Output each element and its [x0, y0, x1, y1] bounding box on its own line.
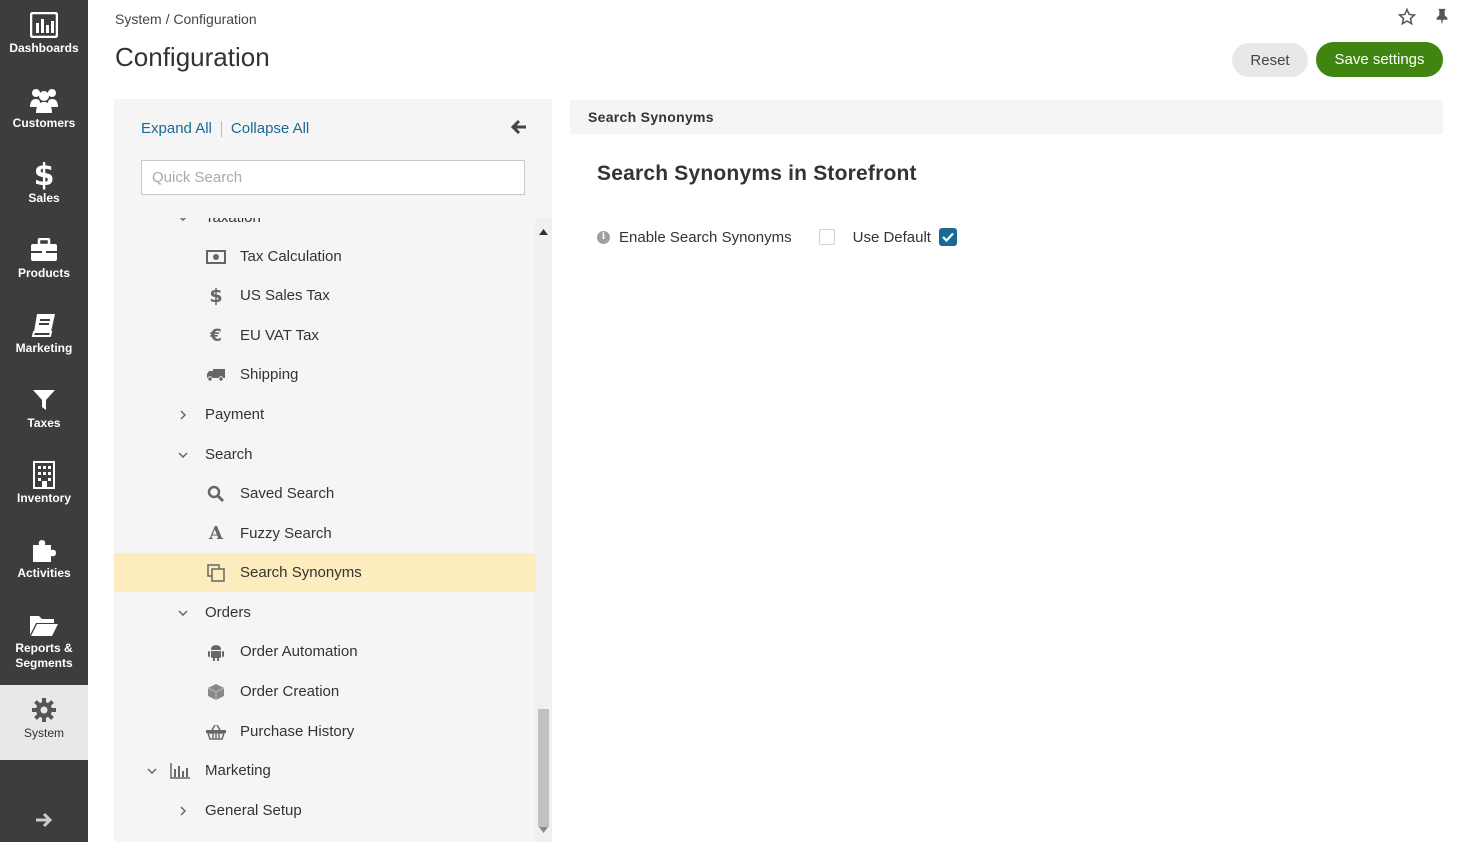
nav-item-inventory[interactable]: Inventory [0, 450, 88, 525]
building-icon [0, 460, 88, 490]
funnel-icon [0, 385, 88, 415]
chevron-down-icon [145, 764, 159, 778]
collapse-all-link[interactable]: Collapse All [231, 120, 309, 137]
star-icon[interactable] [1397, 7, 1417, 31]
nav-item-sales[interactable]: $ Sales [0, 150, 88, 225]
config-tree: Taxation Tax Calculation $ US Sales Tax … [114, 218, 535, 842]
tree-item-eu-vat-tax[interactable]: € EU VAT Tax [114, 316, 535, 355]
customers-icon [0, 85, 88, 115]
dashboards-icon [0, 10, 88, 40]
tree-item-order-automation[interactable]: Order Automation [114, 632, 535, 671]
scroll-down-arrow-icon[interactable] [539, 820, 548, 838]
page-title: Configuration [115, 42, 270, 72]
tree-item-shipping[interactable]: Shipping [114, 355, 535, 394]
puzzle-icon [0, 535, 88, 565]
chevron-down-icon [176, 448, 190, 462]
tree-item-order-creation[interactable]: Order Creation [114, 672, 535, 711]
checkmark-icon [942, 232, 954, 242]
copy-icon [205, 563, 227, 583]
scrollbar-thumb[interactable] [538, 709, 549, 827]
nav-item-system[interactable]: System [0, 685, 88, 760]
nav-item-customers[interactable]: Customers [0, 75, 88, 150]
search-icon [205, 484, 227, 504]
config-tree-panel: Expand All Collapse All Taxation Tax Cal… [114, 99, 552, 842]
arrow-right-icon [36, 812, 53, 828]
nav-item-reports-segments[interactable]: Reports & Segments [0, 600, 88, 685]
dollar-icon: $ [209, 284, 223, 307]
use-default-label: Use Default [852, 228, 931, 246]
tree-item-fuzzy-search[interactable]: A Fuzzy Search [114, 514, 535, 553]
section-title: Search Synonyms in Storefront [597, 162, 917, 185]
expand-nav-button[interactable] [0, 808, 88, 832]
tree-item-general-setup[interactable]: General Setup [114, 791, 535, 830]
expand-all-link[interactable]: Expand All [141, 120, 212, 137]
section-header: Search Synonyms [570, 100, 1443, 134]
setting-enable-search-synonyms: i Enable Search Synonyms Use Default [597, 226, 957, 248]
chevron-right-icon [176, 408, 190, 422]
truck-icon [205, 365, 227, 385]
arrow-left-icon [510, 119, 526, 135]
money-icon [205, 247, 227, 267]
nav-item-taxes[interactable]: Taxes [0, 375, 88, 450]
bar-chart-icon [169, 761, 191, 781]
dollar-icon: $ [33, 157, 55, 193]
tree-item-tax-calculation[interactable]: Tax Calculation [114, 237, 535, 276]
breadcrumb: System / Configuration [115, 11, 257, 27]
tree-scrollbar[interactable] [535, 218, 552, 842]
tree-item-search[interactable]: Search [114, 435, 535, 474]
euro-icon: € [210, 325, 222, 346]
nav-item-marketing[interactable]: Marketing [0, 300, 88, 375]
nav-item-products[interactable]: Products [0, 225, 88, 300]
divider [220, 120, 222, 137]
nav-item-dashboards[interactable]: Dashboards [0, 0, 88, 75]
reset-button[interactable]: Reset [1232, 43, 1308, 77]
gear-icon [0, 695, 88, 725]
collapse-panel-button[interactable] [510, 119, 527, 140]
quick-search-input[interactable] [141, 160, 525, 195]
info-icon[interactable]: i [597, 230, 610, 244]
chevron-down-icon [176, 606, 190, 620]
tree-item-us-sales-tax[interactable]: $ US Sales Tax [114, 276, 535, 315]
tree-item-saved-search[interactable]: Saved Search [114, 474, 535, 513]
tree-item-purchase-history[interactable]: Purchase History [114, 712, 535, 751]
folder-icon [0, 610, 88, 640]
setting-label: Enable Search Synonyms [619, 228, 792, 246]
book-icon [0, 310, 88, 340]
enable-search-synonyms-checkbox[interactable] [818, 229, 835, 245]
android-icon [205, 642, 227, 662]
chevron-down-icon [176, 218, 190, 225]
briefcase-icon [0, 235, 88, 265]
tree-item-payment[interactable]: Payment [114, 395, 535, 434]
tree-item-search-synonyms[interactable]: Search Synonyms [114, 553, 535, 592]
use-default-checkbox[interactable] [938, 228, 957, 246]
pin-icon[interactable] [1434, 8, 1450, 31]
nav-item-activities[interactable]: Activities [0, 525, 88, 600]
cube-icon [205, 682, 227, 702]
basket-icon [205, 722, 227, 742]
save-settings-button[interactable]: Save settings [1316, 42, 1443, 77]
scroll-up-arrow-icon[interactable] [539, 222, 548, 240]
font-icon: A [209, 523, 223, 544]
tree-item-taxation[interactable]: Taxation [114, 218, 535, 237]
tree-item-marketing[interactable]: Marketing [114, 751, 535, 790]
tree-item-orders[interactable]: Orders [114, 593, 535, 632]
chevron-right-icon [176, 804, 190, 818]
main-nav: Dashboards Customers $ Sales Products Ma… [0, 0, 88, 842]
